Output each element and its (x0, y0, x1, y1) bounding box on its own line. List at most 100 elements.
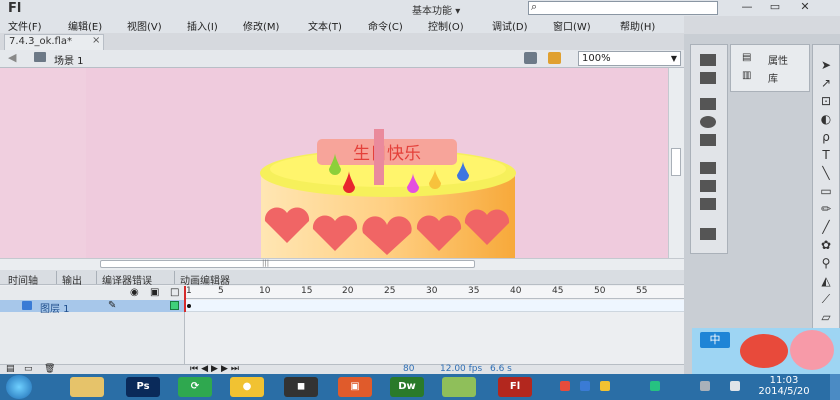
close-tab-icon[interactable]: × (92, 35, 100, 46)
bone-tool-icon[interactable]: ⚲ (818, 256, 834, 270)
color-panel-icon[interactable] (700, 54, 716, 66)
document-tab-label: 7.4.3_ok.fla* (9, 36, 72, 47)
ime-mode-icon[interactable]: 中 (700, 332, 730, 348)
maximize-button[interactable]: ▭ (762, 0, 788, 14)
menu-modify[interactable]: 修改(M) (243, 18, 279, 33)
trash-icon[interactable]: 🗑 (44, 364, 55, 374)
ruler-tick: 10 (259, 286, 271, 296)
text-tool-icon[interactable]: T (818, 148, 834, 162)
volume-tray-icon[interactable] (730, 381, 740, 391)
tray-icon[interactable] (600, 381, 610, 391)
photoshop-taskbar-icon[interactable]: Ps (126, 377, 160, 397)
menu-debug[interactable]: 调试(D) (492, 18, 528, 33)
library-icon[interactable]: ▥ (742, 70, 751, 81)
transform-icon[interactable] (700, 134, 716, 146)
menu-control[interactable]: 控制(O) (428, 18, 464, 33)
swatches-icon[interactable] (700, 72, 716, 84)
outline-icon[interactable]: □ (170, 287, 179, 298)
horizontal-scroll-thumb[interactable] (100, 260, 475, 268)
menu-window[interactable]: 窗口(W) (553, 18, 591, 33)
mascot-image (740, 334, 788, 368)
code-snippets-icon[interactable] (700, 180, 716, 192)
ime-mascot-widget[interactable]: 中 (692, 328, 840, 374)
explorer-taskbar-icon[interactable] (70, 377, 104, 397)
tab-output[interactable]: 输出 (62, 272, 82, 287)
menu-insert[interactable]: 插入(I) (187, 18, 218, 33)
frame-rate[interactable]: 12.00 fps (440, 364, 482, 374)
sogou-tray-icon[interactable] (560, 381, 570, 391)
ruler-tick: 5 (218, 286, 224, 296)
close-button[interactable]: ✕ (792, 0, 818, 14)
banner-text: 生日快乐 (353, 144, 421, 164)
pencil-tool-icon[interactable]: ✏ (818, 202, 834, 216)
new-layer-icon[interactable]: ▤ (6, 364, 15, 374)
media-taskbar-icon[interactable]: ● (230, 377, 264, 397)
eyedropper-icon[interactable]: ⟋ (818, 292, 834, 307)
app-taskbar-icon[interactable]: ⟳ (178, 377, 212, 397)
motion-presets-icon[interactable] (700, 198, 716, 210)
dreamweaver-taskbar-icon[interactable]: Dw (390, 377, 424, 397)
playback-controls[interactable]: ⏮◀▶▶⏭ (190, 364, 242, 374)
network-tray-icon[interactable] (650, 381, 660, 391)
chevron-down-icon: ▼ (670, 54, 677, 63)
project-icon[interactable] (700, 228, 716, 240)
frame-row[interactable] (185, 300, 684, 312)
free-transform-icon[interactable]: ⊡ (818, 94, 834, 108)
eye-icon[interactable]: ◉ (130, 287, 139, 298)
document-tab[interactable]: 7.4.3_ok.fla* (4, 34, 104, 50)
subselection-tool-icon[interactable]: ↗ (818, 76, 834, 90)
line-tool-icon[interactable]: ╲ (818, 166, 834, 180)
eraser-icon[interactable]: ▱ (818, 310, 834, 324)
rectangle-tool-icon[interactable]: ▭ (818, 184, 834, 198)
properties-icon[interactable]: ▤ (742, 52, 751, 63)
3d-rotation-icon[interactable]: ◐ (818, 112, 834, 126)
signal-tray-icon[interactable] (700, 381, 710, 391)
edit-symbols-icon[interactable] (548, 52, 561, 64)
start-button[interactable] (6, 375, 32, 399)
help-search-input[interactable]: ⌕ (528, 0, 718, 15)
keyframe[interactable] (187, 304, 191, 308)
menu-text[interactable]: 文本(T) (308, 18, 342, 33)
back-arrow-icon[interactable]: ◀ (8, 51, 16, 64)
camera-taskbar-icon[interactable]: ◼ (284, 377, 318, 397)
help-tray-icon[interactable] (580, 381, 590, 391)
mascot-image-2 (790, 330, 834, 370)
menu-view[interactable]: 视图(V) (127, 18, 162, 33)
folder-taskbar-icon[interactable] (442, 377, 476, 397)
info-icon[interactable] (700, 116, 716, 128)
align-icon[interactable] (700, 98, 716, 110)
properties-label[interactable]: 属性 (768, 52, 788, 67)
brush-tool-icon[interactable]: ╱ (818, 220, 834, 234)
ppt-taskbar-icon[interactable]: ▣ (338, 377, 372, 397)
new-folder-icon[interactable]: ▭ (24, 364, 33, 374)
birthday-cake-graphic[interactable]: 生日快乐 (255, 125, 525, 260)
paint-bucket-icon[interactable]: ◭ (818, 274, 834, 288)
layer-color-swatch[interactable] (170, 301, 179, 310)
edit-scene-icon[interactable] (524, 52, 537, 64)
menu-edit[interactable]: 编辑(E) (68, 18, 102, 33)
menu-help[interactable]: 帮助(H) (620, 18, 655, 33)
lasso-icon[interactable]: ρ (818, 130, 834, 144)
ruler-tick: 35 (468, 286, 480, 296)
lock-icon[interactable]: ▣ (150, 287, 159, 298)
playhead[interactable] (184, 286, 186, 312)
scene-label[interactable]: 场景 1 (54, 52, 84, 67)
menu-commands[interactable]: 命令(C) (368, 18, 403, 33)
deco-tool-icon[interactable]: ✿ (818, 238, 834, 252)
library-label[interactable]: 库 (768, 70, 778, 85)
system-clock[interactable]: 11:03 2014/5/20 (756, 375, 812, 397)
current-frame: 80 (403, 364, 415, 374)
layer-name[interactable]: 图层 1 (40, 300, 70, 315)
menu-file[interactable]: 文件(F) (8, 18, 42, 33)
tab-compiler-errors[interactable]: 编译器错误 (102, 272, 152, 287)
components-icon[interactable] (700, 162, 716, 174)
flash-taskbar-icon[interactable]: Fl (498, 377, 532, 397)
tab-motion-editor[interactable]: 动画编辑器 (180, 272, 230, 287)
zoom-select[interactable]: 100% ▼ (578, 51, 681, 66)
tab-timeline[interactable]: 时间轴 (8, 272, 38, 287)
show-desktop-button[interactable] (830, 374, 840, 400)
minimize-button[interactable]: — (734, 0, 760, 14)
workspace-preset[interactable]: 基本功能 ▾ (412, 2, 460, 17)
selection-tool-icon[interactable]: ➤ (818, 58, 834, 72)
vertical-scroll-thumb[interactable] (671, 148, 681, 176)
